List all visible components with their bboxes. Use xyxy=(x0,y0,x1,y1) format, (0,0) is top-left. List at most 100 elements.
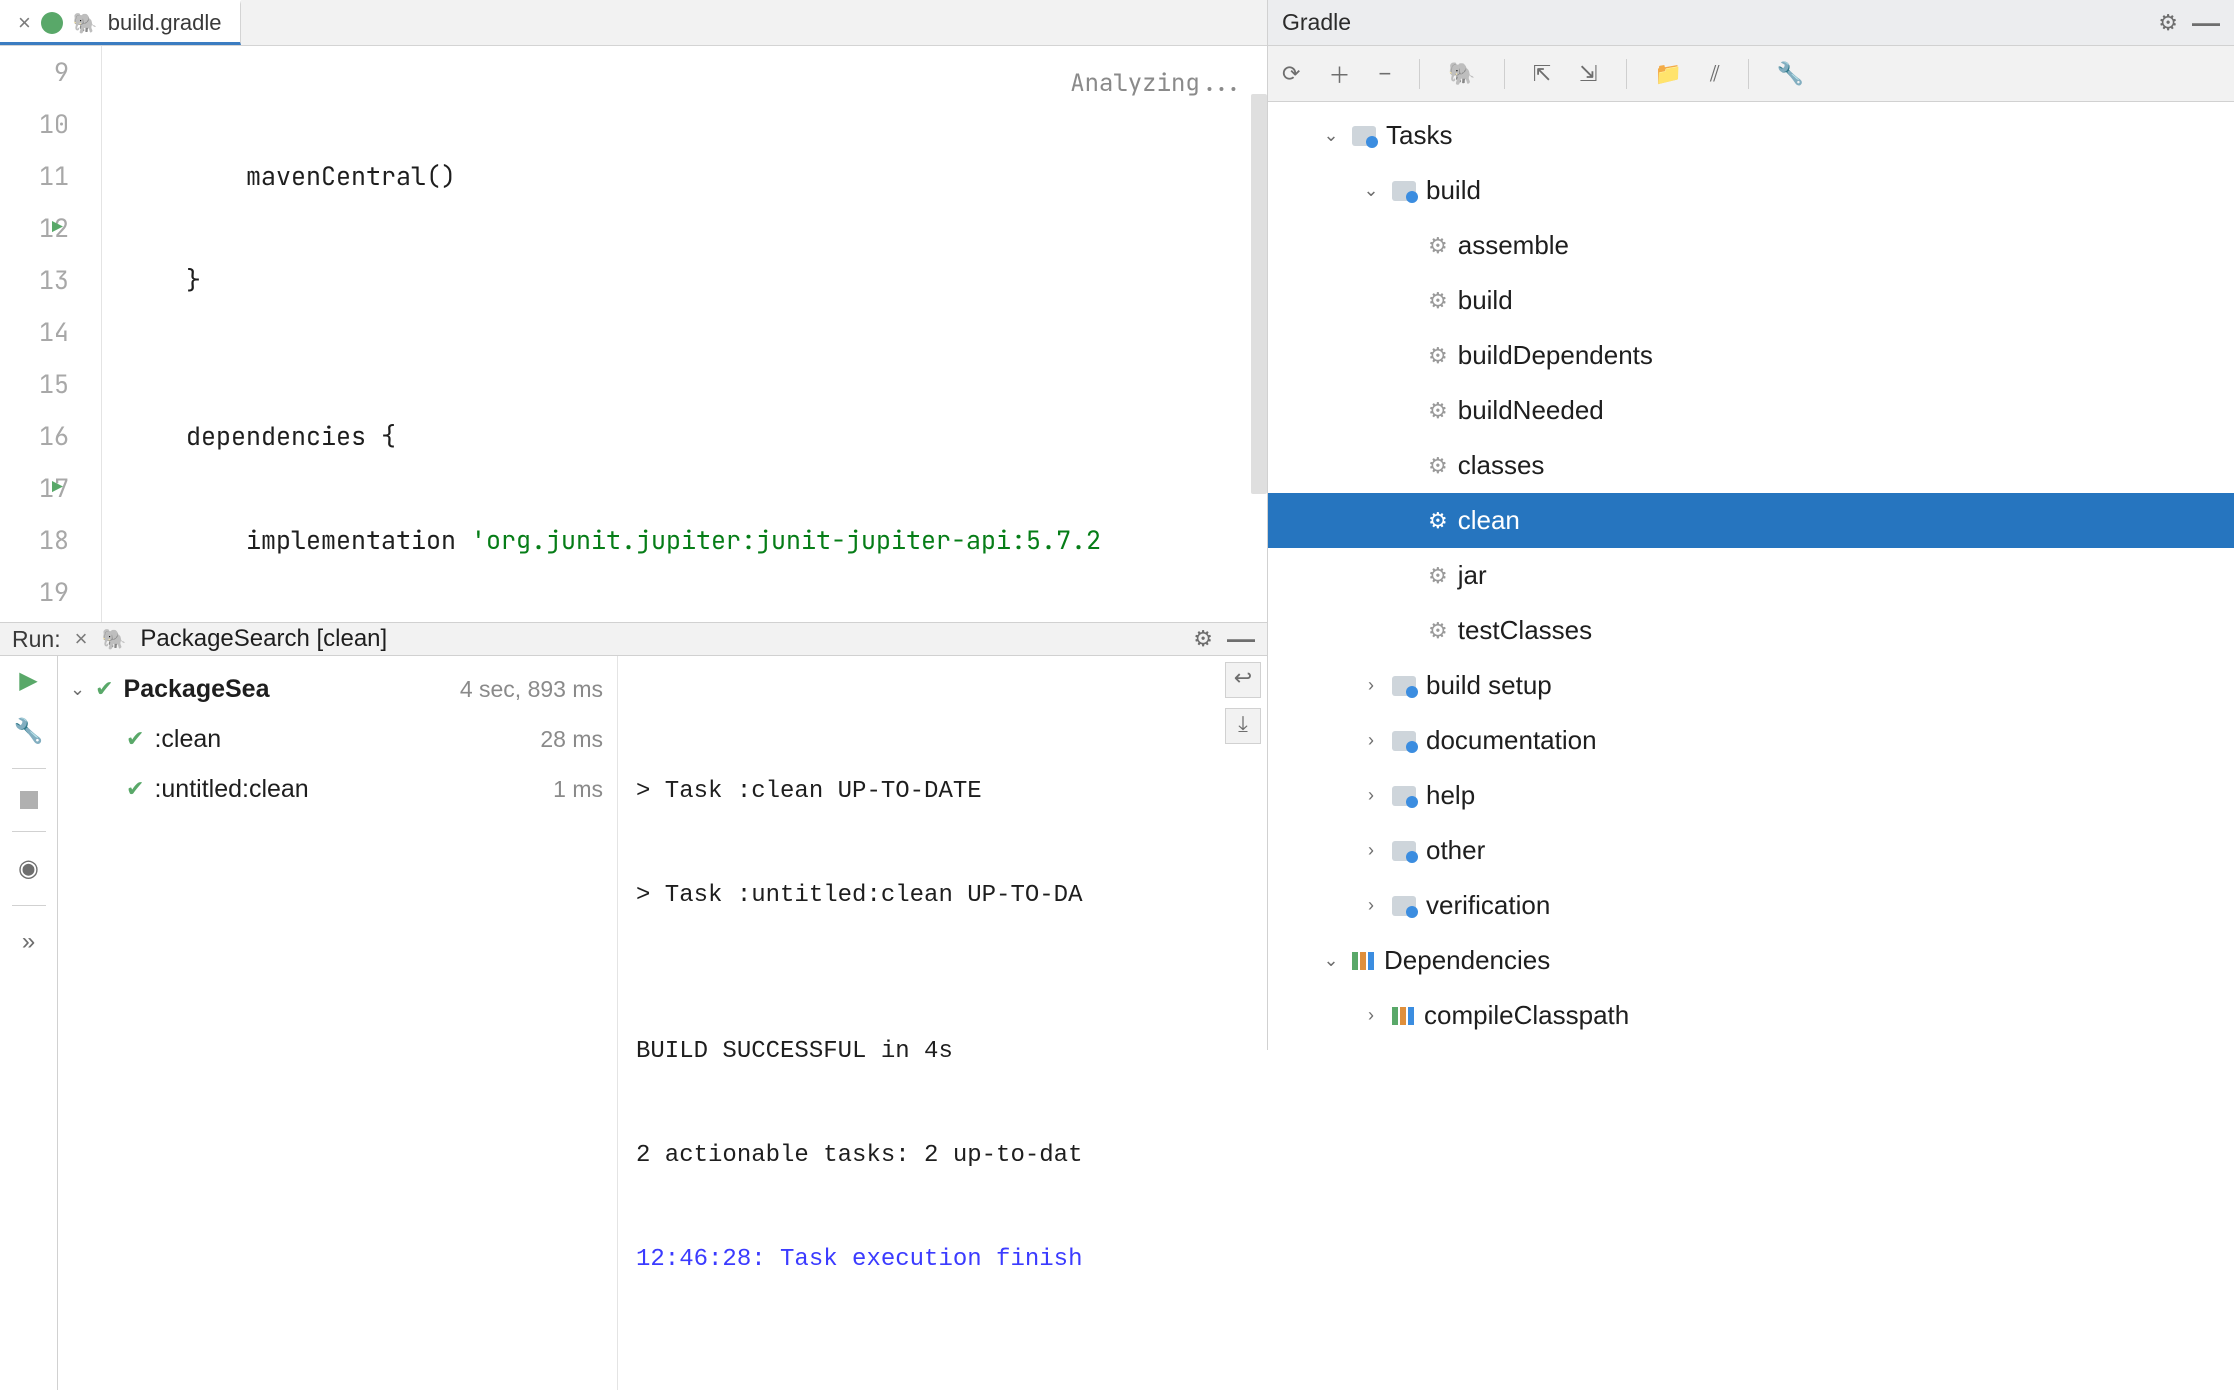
code-area[interactable]: Analyzing... mavenCentral() } dependenci… xyxy=(120,46,1267,622)
editor-tab-build-gradle[interactable]: × 🐘 build.gradle xyxy=(0,0,241,45)
chevron-right-icon[interactable]: › xyxy=(1360,675,1382,696)
task-label: assemble xyxy=(1458,230,1569,261)
chevron-right-icon[interactable]: › xyxy=(1360,895,1382,916)
folder-icon xyxy=(1392,841,1416,861)
tree-node-verification[interactable]: › verification xyxy=(1268,878,2234,933)
run-task-tree[interactable]: ⌄ ✔ PackageSea 4 sec, 893 ms ✔ :clean 28… xyxy=(58,656,618,1390)
plus-icon[interactable]: ＋ xyxy=(1328,58,1350,90)
collapse-all-icon[interactable]: ⇲ xyxy=(1579,61,1597,87)
gradle-task-testClasses[interactable]: ⚙testClasses xyxy=(1268,603,2234,658)
scroll-end-icon[interactable]: ⤓ xyxy=(1225,708,1261,744)
editor-pane: × 🐘 build.gradle 9 10 11 12 13 14 15 16 … xyxy=(0,0,1268,1050)
run-label: Run: xyxy=(12,626,61,653)
gradle-task-assemble[interactable]: ⚙ assemble xyxy=(1268,218,2234,273)
wrench-icon[interactable]: 🔧 xyxy=(14,717,44,746)
task-tree-root[interactable]: ⌄ ✔ PackageSea 4 sec, 893 ms xyxy=(58,664,617,714)
task-label: build xyxy=(1458,285,1513,316)
folder-icon xyxy=(1392,181,1416,201)
gradle-icon: 🐘 xyxy=(101,627,126,652)
stop-icon[interactable] xyxy=(20,791,38,809)
editor-scrollbar[interactable] xyxy=(1251,94,1267,494)
gradle-header: Gradle ⚙ — xyxy=(1268,0,2234,46)
gradle-task-buildNeeded[interactable]: ⚙buildNeeded xyxy=(1268,383,2234,438)
group-label: build setup xyxy=(1426,670,1552,701)
task-label: testClasses xyxy=(1458,615,1592,646)
task-label: buildNeeded xyxy=(1458,395,1604,426)
gradle-task-clean[interactable]: ⚙clean xyxy=(1268,493,2234,548)
offline-icon[interactable]: ⫽ xyxy=(1710,61,1720,87)
chevron-down-icon[interactable]: ⌄ xyxy=(70,679,85,700)
tree-node-documentation[interactable]: › documentation xyxy=(1268,713,2234,768)
tab-filename: build.gradle xyxy=(108,10,222,36)
minimize-icon[interactable]: — xyxy=(2192,7,2220,39)
refresh-icon[interactable]: ⟳ xyxy=(1282,61,1300,87)
close-icon[interactable]: × xyxy=(75,626,88,652)
task-tree-item-untitled-clean[interactable]: ✔ :untitled:clean 1 ms xyxy=(58,764,617,814)
gradle-task-classes[interactable]: ⚙classes xyxy=(1268,438,2234,493)
gradle-icon[interactable]: 🐘 xyxy=(1448,61,1475,87)
gradle-task-jar[interactable]: ⚙jar xyxy=(1268,548,2234,603)
rerun-icon[interactable]: ▶ xyxy=(19,666,37,695)
more-icon[interactable]: » xyxy=(22,928,35,956)
tree-node-compile-classpath[interactable]: › compileClasspath xyxy=(1268,988,2234,1043)
line-gutter: 9 10 11 12 13 14 15 16 17 18 19 xyxy=(0,46,102,622)
run-side-toolbar: ▶ 🔧 ◉ » xyxy=(0,656,58,1390)
folder-icon xyxy=(1392,786,1416,806)
tree-node-tasks[interactable]: ⌄ Tasks xyxy=(1268,108,2234,163)
minus-icon[interactable]: − xyxy=(1378,61,1391,87)
fold-column[interactable] xyxy=(102,46,120,622)
gradle-tool-window: Gradle ⚙ — ⟳ ＋ − 🐘 ⇱ ⇲ 📁 ⫽ 🔧 ⌄ Tasks xyxy=(1268,0,2234,1050)
wrench-icon[interactable]: 🔧 xyxy=(1777,61,1804,87)
soft-wrap-icon[interactable]: ↩ xyxy=(1225,662,1261,698)
tree-node-dependencies[interactable]: ⌄ Dependencies xyxy=(1268,933,2234,988)
chevron-down-icon[interactable]: ⌄ xyxy=(1320,125,1342,146)
gradle-title: Gradle xyxy=(1282,9,1351,36)
chevron-down-icon[interactable]: ⌄ xyxy=(1360,180,1382,201)
gear-icon[interactable]: ⚙ xyxy=(1193,626,1213,652)
task-label: buildDependents xyxy=(1458,340,1653,371)
folder-icon xyxy=(1392,731,1416,751)
gear-icon: ⚙ xyxy=(1428,343,1448,369)
check-icon: ✔ xyxy=(95,676,113,702)
folder-icon xyxy=(1392,896,1416,916)
chevron-down-icon[interactable]: ⌄ xyxy=(1320,950,1342,971)
chevron-right-icon[interactable]: › xyxy=(1360,785,1382,806)
dependencies-icon xyxy=(1392,1007,1414,1025)
gradle-toolbar: ⟳ ＋ − 🐘 ⇱ ⇲ 📁 ⫽ 🔧 xyxy=(1268,46,2234,102)
close-icon[interactable]: × xyxy=(18,12,31,34)
task-label: clean xyxy=(1458,505,1520,536)
analyzing-status: Analyzing... xyxy=(1070,58,1243,110)
run-config-name[interactable]: PackageSearch [clean] xyxy=(140,625,387,653)
expand-all-icon[interactable]: ⇱ xyxy=(1533,61,1551,87)
tree-node-build[interactable]: ⌄ build xyxy=(1268,163,2234,218)
gradle-task-build[interactable]: ⚙build xyxy=(1268,273,2234,328)
gradle-task-buildDependents[interactable]: ⚙ buildDependents xyxy=(1268,328,2234,383)
chevron-right-icon[interactable]: › xyxy=(1360,1005,1382,1026)
editor-tab-bar: × 🐘 build.gradle xyxy=(0,0,1267,46)
folder-icon xyxy=(1392,676,1416,696)
tree-node-help[interactable]: ›help xyxy=(1268,768,2234,823)
run-header: Run: × 🐘 PackageSearch [clean] ⚙ — xyxy=(0,623,1267,656)
group-label: documentation xyxy=(1426,725,1597,756)
eye-icon[interactable]: ◉ xyxy=(18,854,39,883)
gradle-tree[interactable]: ⌄ Tasks ⌄ build ⚙assemble⚙build⚙buildDep… xyxy=(1268,102,2234,1050)
chevron-right-icon[interactable]: › xyxy=(1360,840,1382,861)
chevron-right-icon[interactable]: › xyxy=(1360,730,1382,751)
gear-icon: ⚙ xyxy=(1428,453,1448,479)
group-label: other xyxy=(1426,835,1485,866)
code-editor[interactable]: 9 10 11 12 13 14 15 16 17 18 19 Analyzin… xyxy=(0,46,1267,622)
gear-icon: ⚙ xyxy=(1428,233,1448,259)
group-label: verification xyxy=(1426,890,1550,921)
check-icon: ✔ xyxy=(126,776,144,802)
gear-icon[interactable]: ⚙ xyxy=(2158,10,2178,36)
gradle-icon: 🐘 xyxy=(73,11,98,36)
java-badge-icon xyxy=(41,12,63,34)
minimize-icon[interactable]: — xyxy=(1227,623,1255,655)
run-console-output[interactable]: ↩ ⤓ > Task :clean UP-TO-DATE > Task :unt… xyxy=(618,656,1267,1390)
check-icon: ✔ xyxy=(126,726,144,752)
tree-node-other[interactable]: › other xyxy=(1268,823,2234,878)
folder-settings-icon[interactable]: 📁 xyxy=(1655,61,1682,87)
tree-node-build-setup[interactable]: › build setup xyxy=(1268,658,2234,713)
folder-icon xyxy=(1352,126,1376,146)
task-tree-item-clean[interactable]: ✔ :clean 28 ms xyxy=(58,714,617,764)
